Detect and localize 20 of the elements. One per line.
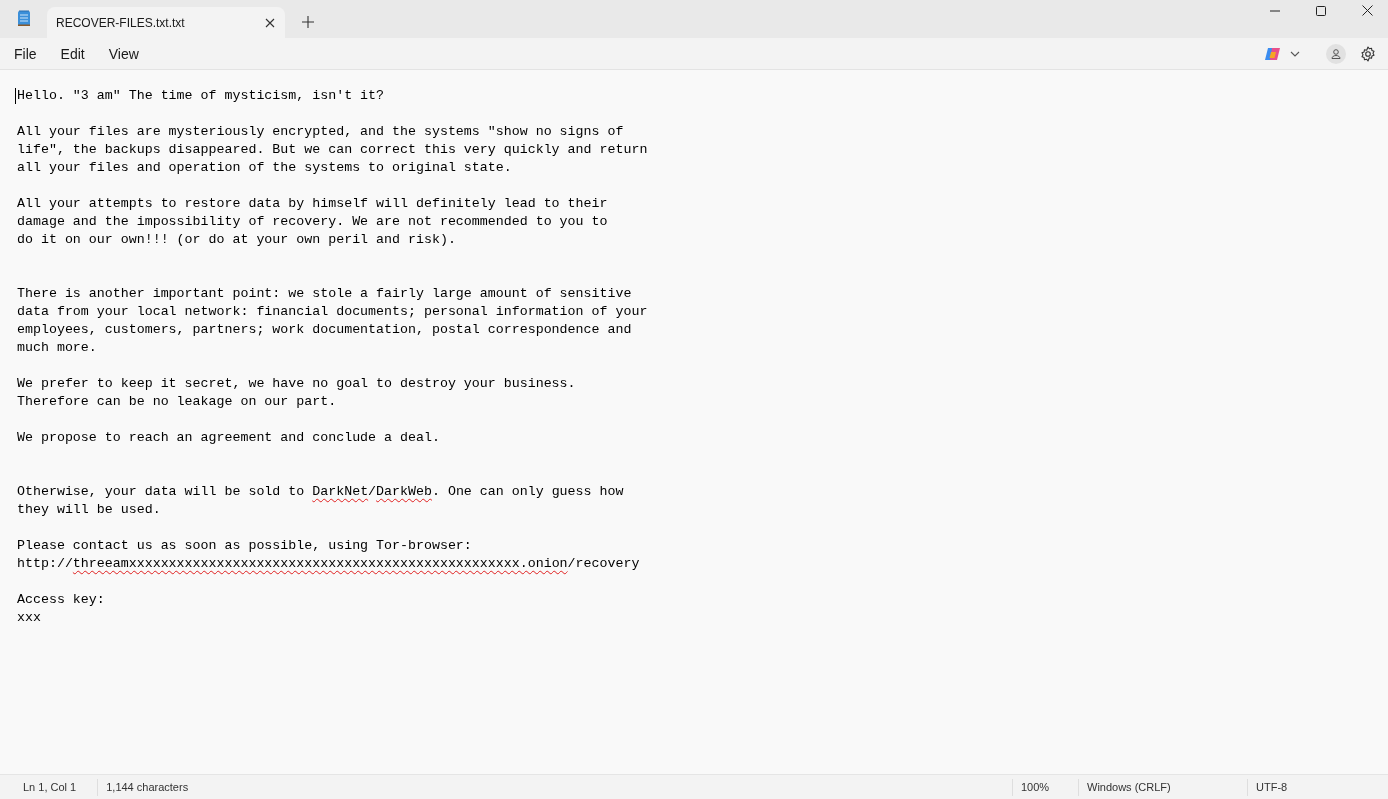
status-item: 1,144 characters: [97, 778, 197, 796]
chevron-down-icon[interactable]: [1290, 50, 1300, 57]
status-item: UTF-8: [1247, 778, 1388, 796]
maximize-icon[interactable]: [1316, 6, 1326, 16]
menu-item[interactable]: Edit: [48, 41, 97, 66]
close-icon[interactable]: [1362, 5, 1373, 16]
status-item: Ln 1, Col 1: [22, 781, 78, 793]
close-icon[interactable]: [265, 17, 275, 28]
settings-icon[interactable]: [1360, 45, 1376, 62]
copilot-icon[interactable]: [1264, 45, 1282, 62]
plus-icon[interactable]: [302, 16, 314, 28]
account-icon[interactable]: [1326, 43, 1346, 64]
menu-item[interactable]: View: [96, 41, 151, 66]
menu-item[interactable]: File: [2, 41, 49, 66]
notepad-icon: [17, 9, 31, 27]
status-item: 100%: [1012, 778, 1078, 796]
document-tab[interactable]: RECOVER-FILES.txt.txt: [47, 7, 285, 38]
status-item: Windows (CRLF): [1078, 778, 1247, 796]
text-cursor: [15, 88, 16, 104]
document-text: Hello. "3 am" The time of mysticism, isn't it? All your files are mysteriously encrypted, and the systems "show no signs of life", the backups disappeared. But we can correct this very quickly and return all your files and operation of the systems to original state. All your attempts to restore data by himself will definitely lead to their damage and the impossibility of recovery. We are not recommended to you to do it on our own!!! (or do at your own peril and risk). There is another important point: we stole a fairly large amount of sensitive data from your local network: financial documents; personal information of your employees, customers, partners; work documentation, postal correspondence and much more. We prefer to keep it secret, we have no goal to destroy your business. Therefore can be no leakage on our part. We propose to reach an agreement and conclude a deal. Otherwise, your data will be sold to DarkNet/DarkWeb. One can only guess how they will be used. Please contact us as soon as possible, using Tor-browser: http://threeamxxxxxxxxxxxxxxxxxxxxxxxxxxxxxxxxxxxxxxxxxxxxxxxxx.onion/recovery Access key: xxx: [17, 87, 648, 627]
